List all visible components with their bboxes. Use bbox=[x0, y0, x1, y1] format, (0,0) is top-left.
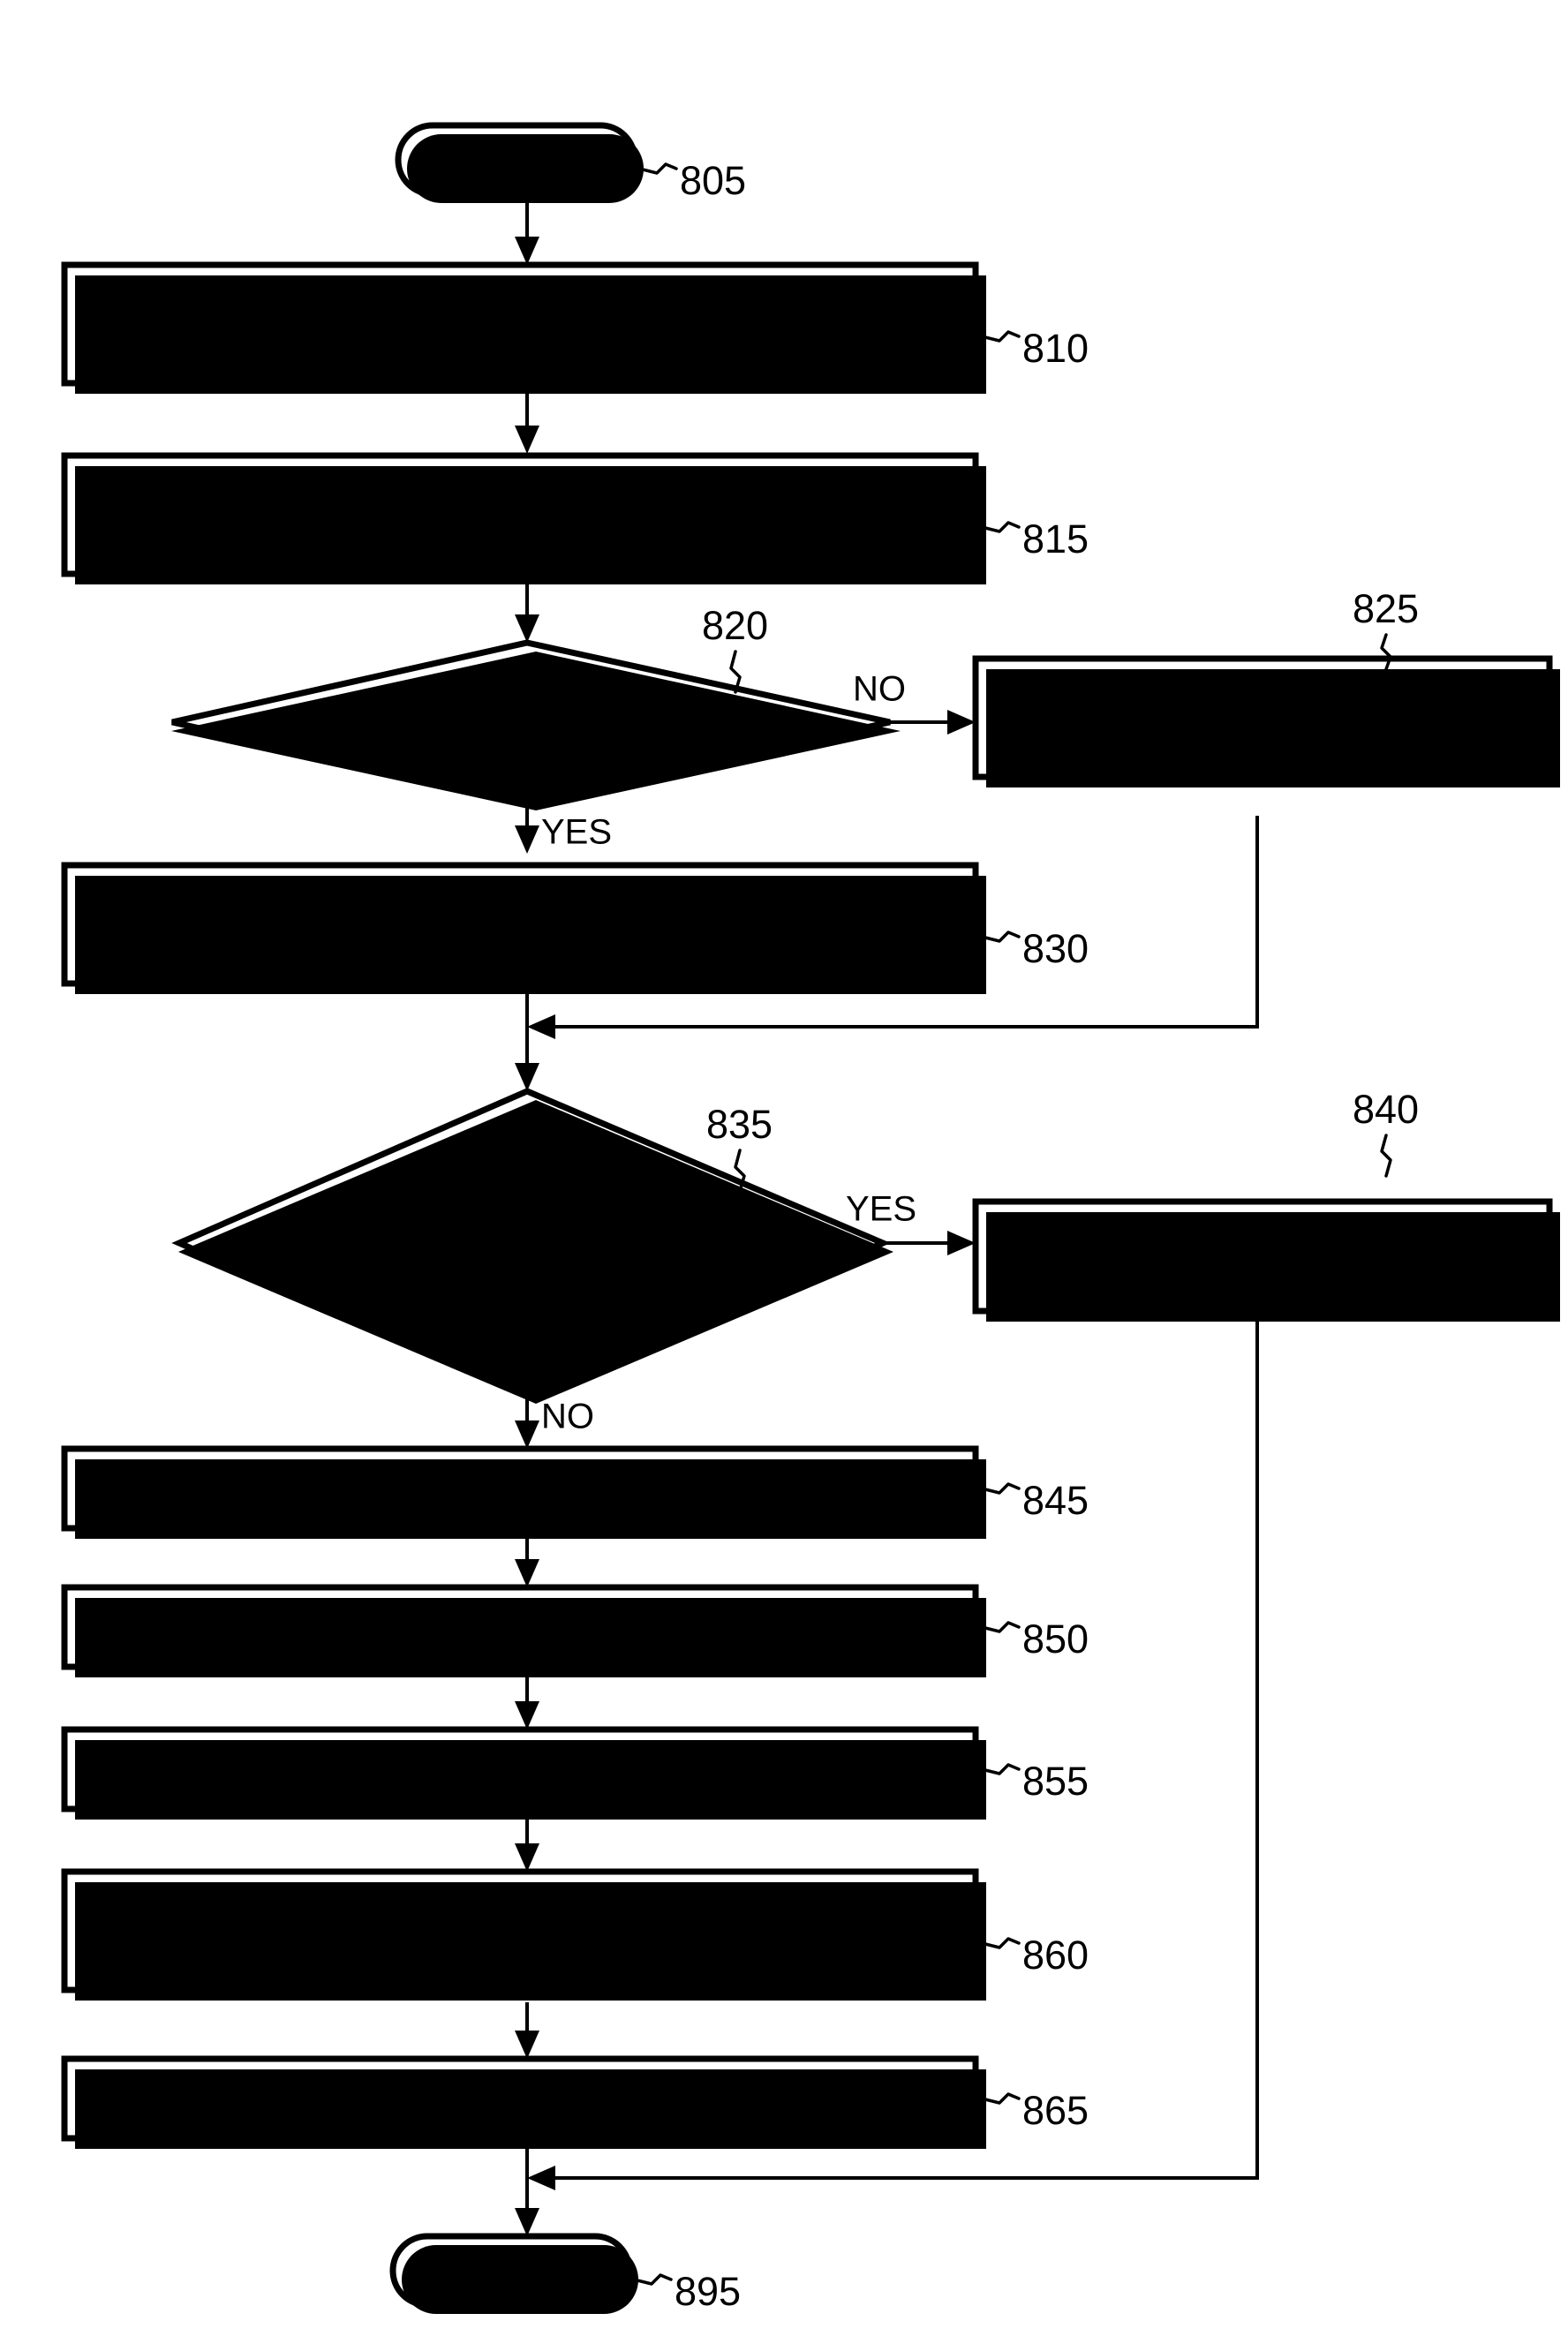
node-810-line2: TO MEMORY CONTROLLER bbox=[287, 329, 754, 368]
ref-810-text: 810 bbox=[1022, 326, 1089, 371]
ref-825-leader bbox=[1380, 633, 1392, 671]
arrowhead-815-to-820 bbox=[515, 614, 539, 643]
arrowhead-830-to-835 bbox=[515, 1063, 539, 1091]
begin-label: BEGIN bbox=[454, 138, 579, 181]
node-825-line2: AS APPLIED GUARD VALUE bbox=[1030, 723, 1495, 762]
ref-825-text: 825 bbox=[1353, 586, 1419, 631]
branch-label-conflict-yes: YES bbox=[541, 813, 612, 852]
ref-815-leader bbox=[980, 521, 1021, 533]
ref-895-text: 895 bbox=[675, 2269, 741, 2314]
arrowhead-820-no-to-825 bbox=[947, 710, 976, 735]
node-begin[interactable]: BEGIN bbox=[395, 122, 644, 203]
node-return-index[interactable]: RETURN INDEX = HEAD bbox=[61, 1445, 986, 1539]
ref-895: 895 bbox=[632, 2269, 741, 2314]
ref-865: 865 bbox=[980, 2088, 1089, 2133]
ref-810-leader bbox=[980, 330, 1021, 343]
arrowhead-835-no-to-845 bbox=[515, 1420, 539, 1449]
node-decrement-length[interactable]: DECREMENT LENGTH bbox=[61, 1726, 986, 1820]
end-label: END bbox=[469, 2249, 554, 2292]
node-head-next[interactable]: HEAD = NEXT ELEMENT bbox=[61, 1584, 986, 1677]
ref-865-leader bbox=[980, 2092, 1021, 2105]
ref-815-text: 815 bbox=[1022, 516, 1089, 561]
arrowhead-865-to-end bbox=[515, 2208, 539, 2236]
flowchart-svg: BEGIN 805 PROCESSOR ISSUES DEQUEUE REQUE… bbox=[61, 122, 1560, 2314]
node-855-line1: DECREMENT LENGTH bbox=[332, 1748, 708, 1787]
ref-820: 820 bbox=[702, 603, 768, 694]
node-830-line2: AS APPLIED GUARD VALUE bbox=[288, 930, 752, 968]
node-865-line1: RETURN RETURN INDEX bbox=[309, 2077, 731, 2116]
ref-850-text: 850 bbox=[1022, 1616, 1089, 1662]
node-835-line4: THAN LENGTH? bbox=[390, 1263, 652, 1301]
arrowhead-835-yes-to-840 bbox=[947, 1231, 976, 1255]
ref-850-leader bbox=[980, 1621, 1021, 1633]
node-830-line1: SELECT QUEUE'S GUARD VALUE bbox=[238, 884, 801, 923]
figure-canvas: BEGIN 805 PROCESSOR ISSUES DEQUEUE REQUE… bbox=[0, 0, 1568, 2336]
node-place-request[interactable]: PLACE REQUEST INFORMATION IN OUTSTANDING… bbox=[61, 1868, 986, 2001]
node-return-return-index[interactable]: RETURN RETURN INDEX bbox=[61, 2055, 986, 2149]
ref-835-text: 835 bbox=[706, 1102, 773, 1147]
arrowhead-860-to-865 bbox=[515, 2031, 539, 2059]
node-845-line1: RETURN INDEX = HEAD bbox=[319, 1467, 722, 1506]
branch-label-conflict-no: NO bbox=[853, 670, 906, 709]
ref-815: 815 bbox=[980, 516, 1089, 561]
ref-895-leader bbox=[632, 2273, 673, 2286]
node-810-line1: PROCESSOR ISSUES DEQUEUE REQUEST bbox=[155, 283, 886, 322]
node-queue-empty[interactable]: RETURN QUEUE EMPTY bbox=[972, 1198, 1560, 1322]
ref-855-leader bbox=[980, 1763, 1021, 1775]
ref-840-leader bbox=[1380, 1134, 1392, 1178]
arrowhead-825-merge bbox=[527, 1014, 555, 1039]
node-835-line2: GUARD+ ELEMENTS bbox=[351, 1175, 691, 1213]
ref-840: 840 bbox=[1353, 1087, 1419, 1178]
node-850-line1: HEAD = NEXT ELEMENT bbox=[316, 1606, 725, 1645]
node-860-line1: PLACE REQUEST INFORMATION bbox=[245, 1890, 795, 1929]
ref-865-text: 865 bbox=[1022, 2088, 1089, 2133]
ref-855-text: 855 bbox=[1022, 1759, 1089, 1804]
node-835-line1: APPLIED bbox=[449, 1131, 594, 1169]
node-835-line3: DEQUEUED GREATER bbox=[336, 1219, 705, 1257]
ref-805: 805 bbox=[637, 158, 746, 203]
ref-820-text: 820 bbox=[702, 603, 768, 648]
node-issue-request[interactable]: PROCESSOR ISSUES DEQUEUE REQUEST TO MEMO… bbox=[61, 261, 986, 394]
node-queue-guard[interactable]: SELECT QUEUE'S GUARD VALUE AS APPLIED GU… bbox=[61, 862, 986, 994]
node-end[interactable]: END bbox=[389, 2233, 638, 2314]
arrowhead-810-to-815 bbox=[515, 426, 539, 454]
ref-805-text: 805 bbox=[680, 158, 746, 203]
branch-label-length-yes: YES bbox=[846, 1190, 916, 1229]
node-no-guard[interactable]: SELECT NO GUARD VALUE AS APPLIED GUARD V… bbox=[972, 655, 1560, 787]
arrowhead-850-to-855 bbox=[515, 1701, 539, 1729]
ref-845-text: 845 bbox=[1022, 1478, 1089, 1523]
ref-805-leader bbox=[637, 162, 678, 175]
node-length-decision[interactable]: APPLIED GUARD+ ELEMENTS DEQUEUED GREATER… bbox=[171, 1088, 893, 1404]
ref-830-text: 830 bbox=[1022, 926, 1089, 971]
ref-840-text: 840 bbox=[1353, 1087, 1419, 1132]
arrowhead-845-to-850 bbox=[515, 1559, 539, 1587]
ref-850: 850 bbox=[980, 1616, 1089, 1662]
node-conflict-decision[interactable]: CONFLICT DETECTED? bbox=[171, 639, 901, 810]
arrowhead-840-merge bbox=[527, 2166, 555, 2190]
ref-845-leader bbox=[980, 1482, 1021, 1495]
node-815-line2: TO OUTSTANDING QUEUE OPERATION TABLE bbox=[129, 520, 910, 559]
node-815-line1: MEMORY CONTROLLER APPLIES REQUEST bbox=[147, 474, 892, 513]
node-860-line2: IN OUTSTANDING QUEUE OPERATION TABLE bbox=[136, 1936, 905, 1975]
ref-810: 810 bbox=[980, 326, 1089, 371]
ref-855: 855 bbox=[980, 1759, 1089, 1804]
arrowhead-855-to-860 bbox=[515, 1843, 539, 1872]
ref-860-text: 860 bbox=[1022, 1933, 1089, 1978]
ref-860: 860 bbox=[980, 1933, 1089, 1978]
node-840-line1: RETURN QUEUE EMPTY bbox=[1056, 1236, 1470, 1275]
node-apply-request[interactable]: MEMORY CONTROLLER APPLIES REQUEST TO OUT… bbox=[61, 452, 986, 584]
ref-830: 830 bbox=[980, 926, 1089, 971]
ref-860-leader bbox=[980, 1937, 1021, 1949]
ref-845: 845 bbox=[980, 1478, 1089, 1523]
node-820-line1: CONFLICT DETECTED? bbox=[328, 703, 714, 741]
arrowhead-begin-to-810 bbox=[515, 237, 539, 265]
node-825-line1: SELECT NO GUARD VALUE bbox=[1033, 677, 1493, 716]
branch-label-length-no: NO bbox=[541, 1398, 594, 1436]
ref-830-leader bbox=[980, 931, 1021, 943]
arrowhead-820-yes-to-830 bbox=[515, 825, 539, 854]
